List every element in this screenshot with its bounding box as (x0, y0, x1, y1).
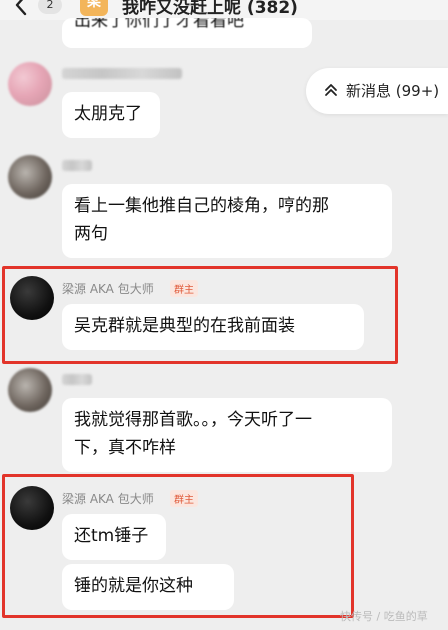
avatar[interactable] (8, 155, 52, 199)
avatar[interactable] (10, 486, 54, 530)
message-text-line: 看上一集他推自己的棱角，哼的那 (74, 196, 329, 216)
avatar[interactable] (8, 368, 52, 412)
group-avatar[interactable]: 梁 (80, 0, 108, 16)
avatar[interactable] (10, 276, 54, 320)
avatar[interactable] (8, 62, 52, 106)
message-text: 锤的就是你这种 (74, 576, 193, 596)
message-bubble[interactable]: 我就觉得那首歌。。，今天听了一 下，真不咋样 (62, 398, 392, 472)
new-messages-label: 新消息 (99+) (346, 82, 440, 100)
message-text-line: 我就觉得那首歌。。，今天听了一 (74, 410, 312, 430)
message-bubble[interactable]: 看上一集他推自己的棱角，哼的那 两句 (62, 184, 392, 258)
message-bubble[interactable]: 出来了你们了才看看吧 (62, 18, 312, 48)
unread-count-badge: 2 (38, 0, 62, 14)
message-bubble[interactable]: 锤的就是你这种 (62, 564, 234, 610)
message-text-line: 下，真不咋样 (74, 438, 176, 458)
new-messages-button[interactable]: 新消息 (99+) (306, 68, 448, 114)
message-bubble[interactable]: 还tm锤子 (62, 514, 166, 560)
sender-name-blurred (62, 374, 92, 385)
double-chevron-up-icon (325, 84, 337, 96)
message-text: 出来了你们了才看看吧 (74, 18, 244, 31)
message-bubble[interactable]: 太朋克了 (62, 92, 160, 138)
back-arrow-icon[interactable] (12, 0, 32, 16)
group-name: 我咋又没赶上呢 (122, 0, 241, 18)
watermark: 快传号 / 吃鱼的草 (340, 610, 428, 623)
group-member-count: (382) (246, 0, 298, 18)
message-text-line: 两句 (74, 224, 108, 244)
chat-header: 2 梁 我咋又没赶上呢 (382) (0, 0, 448, 20)
sender-name-blurred (62, 160, 92, 171)
message-bubble[interactable]: 吴克群就是典型的在我前面装 (62, 304, 364, 350)
message-text: 还tm锤子 (74, 526, 149, 546)
group-owner-badge: 群主 (170, 490, 198, 507)
group-title[interactable]: 我咋又没赶上呢 (382) (122, 0, 298, 18)
sender-name: 梁源 AKA 包大师 (62, 282, 154, 296)
sender-name: 梁源 AKA 包大师 (62, 492, 154, 506)
message-text: 太朋克了 (74, 104, 142, 124)
message-text: 吴克群就是典型的在我前面装 (74, 316, 295, 336)
sender-name-blurred (62, 68, 182, 79)
group-owner-badge: 群主 (170, 280, 198, 297)
